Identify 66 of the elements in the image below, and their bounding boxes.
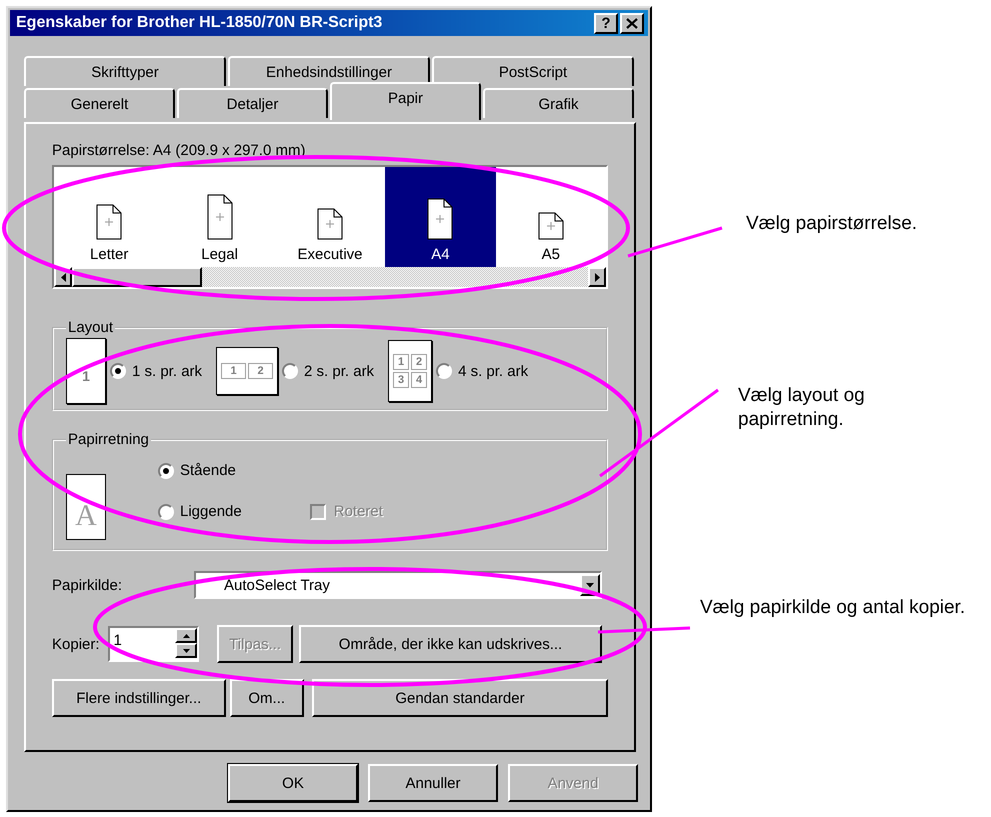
tab[interactable]: Enhedsindstillinger xyxy=(228,56,430,86)
tab[interactable]: PostScript xyxy=(432,56,634,86)
scroll-right-button[interactable] xyxy=(588,267,606,287)
radio-button[interactable] xyxy=(110,363,126,379)
page-number: 3 xyxy=(393,372,410,388)
window-title: Egenskaber for Brother HL-1850/70N BR-Script3 xyxy=(16,14,384,32)
tab[interactable]: Papir xyxy=(330,82,481,120)
spin-up-button[interactable] xyxy=(175,628,198,643)
page-icon xyxy=(317,208,344,240)
paper-size-item[interactable]: A5 xyxy=(496,167,606,267)
button[interactable]: Om... xyxy=(230,679,304,717)
page-number: 2 xyxy=(411,354,428,370)
tab[interactable]: Skrifttyper xyxy=(24,56,226,86)
close-button[interactable] xyxy=(620,12,644,34)
checkbox-label: Roteret xyxy=(334,503,383,520)
paper-size-item[interactable]: A4 xyxy=(385,167,496,267)
page-number: 1 xyxy=(81,369,91,386)
page-number: 2 xyxy=(248,363,274,379)
button[interactable]: Flere indstillinger... xyxy=(52,679,226,717)
paper-size-item[interactable]: Executive xyxy=(274,167,386,267)
option-label: Liggende xyxy=(180,503,242,520)
annotation-text: Vælg layout og papirretning. xyxy=(738,384,866,432)
up-arrow-icon xyxy=(182,634,190,638)
horizontal-scrollbar[interactable] xyxy=(54,267,606,287)
page-letter: A xyxy=(75,499,97,533)
field-label: Papirkilde: xyxy=(52,576,124,594)
option-label: 1 s. pr. ark xyxy=(132,362,202,380)
page-number: 1 xyxy=(221,363,246,379)
annotation-text: Vælg papirkilde og antal kopier. xyxy=(700,596,966,620)
down-arrow-icon xyxy=(182,648,190,652)
radio-button[interactable] xyxy=(436,363,452,379)
button[interactable]: Område, der ikke kan udskrives... xyxy=(299,625,602,663)
radio-button[interactable] xyxy=(158,504,174,520)
page-icon xyxy=(538,212,564,240)
radio-button[interactable] xyxy=(282,363,298,379)
button[interactable]: Gendan standarder xyxy=(312,679,608,717)
option-label: Stående xyxy=(180,462,236,479)
annotation-text: Vælg papirstørrelse. xyxy=(746,212,918,236)
paper-size-item[interactable]: Legal xyxy=(164,167,275,267)
page-icon xyxy=(96,204,122,240)
tab[interactable]: Generelt xyxy=(24,88,175,118)
page-number: 4 xyxy=(411,372,428,388)
paper-source-dropdown[interactable]: AutoSelect Tray xyxy=(194,571,602,599)
field-label: Kopier: xyxy=(52,636,100,652)
page-icon xyxy=(427,198,454,240)
group-title: Papirretning xyxy=(67,431,150,448)
tab[interactable]: Grafik xyxy=(483,88,634,118)
spin-down-button[interactable] xyxy=(175,643,198,658)
page-number: 1 xyxy=(393,354,410,370)
option-label: 4 s. pr. ark xyxy=(458,362,528,380)
copies-field[interactable]: 1 xyxy=(108,626,200,662)
right-arrow-icon xyxy=(594,272,600,282)
button[interactable]: Annuller xyxy=(368,764,498,802)
radio-button[interactable] xyxy=(158,462,174,478)
caret-icon xyxy=(586,582,594,588)
paper-size-item[interactable]: Letter xyxy=(54,167,164,267)
paper-size-label: Papirstørrelse: A4 (209.9 x 297.0 mm) xyxy=(52,142,306,159)
group-title: Layout xyxy=(67,319,114,336)
close-icon xyxy=(626,18,638,28)
left-arrow-icon xyxy=(60,272,66,282)
tab[interactable]: Detaljer xyxy=(177,88,328,118)
option-label: 2 s. pr. ark xyxy=(304,362,374,380)
button[interactable]: OK xyxy=(228,764,358,802)
page-icon xyxy=(206,194,233,240)
help-button[interactable]: ? xyxy=(594,12,618,34)
paper-size-list[interactable]: Letter Legal Executive A4 A5 xyxy=(52,165,608,289)
